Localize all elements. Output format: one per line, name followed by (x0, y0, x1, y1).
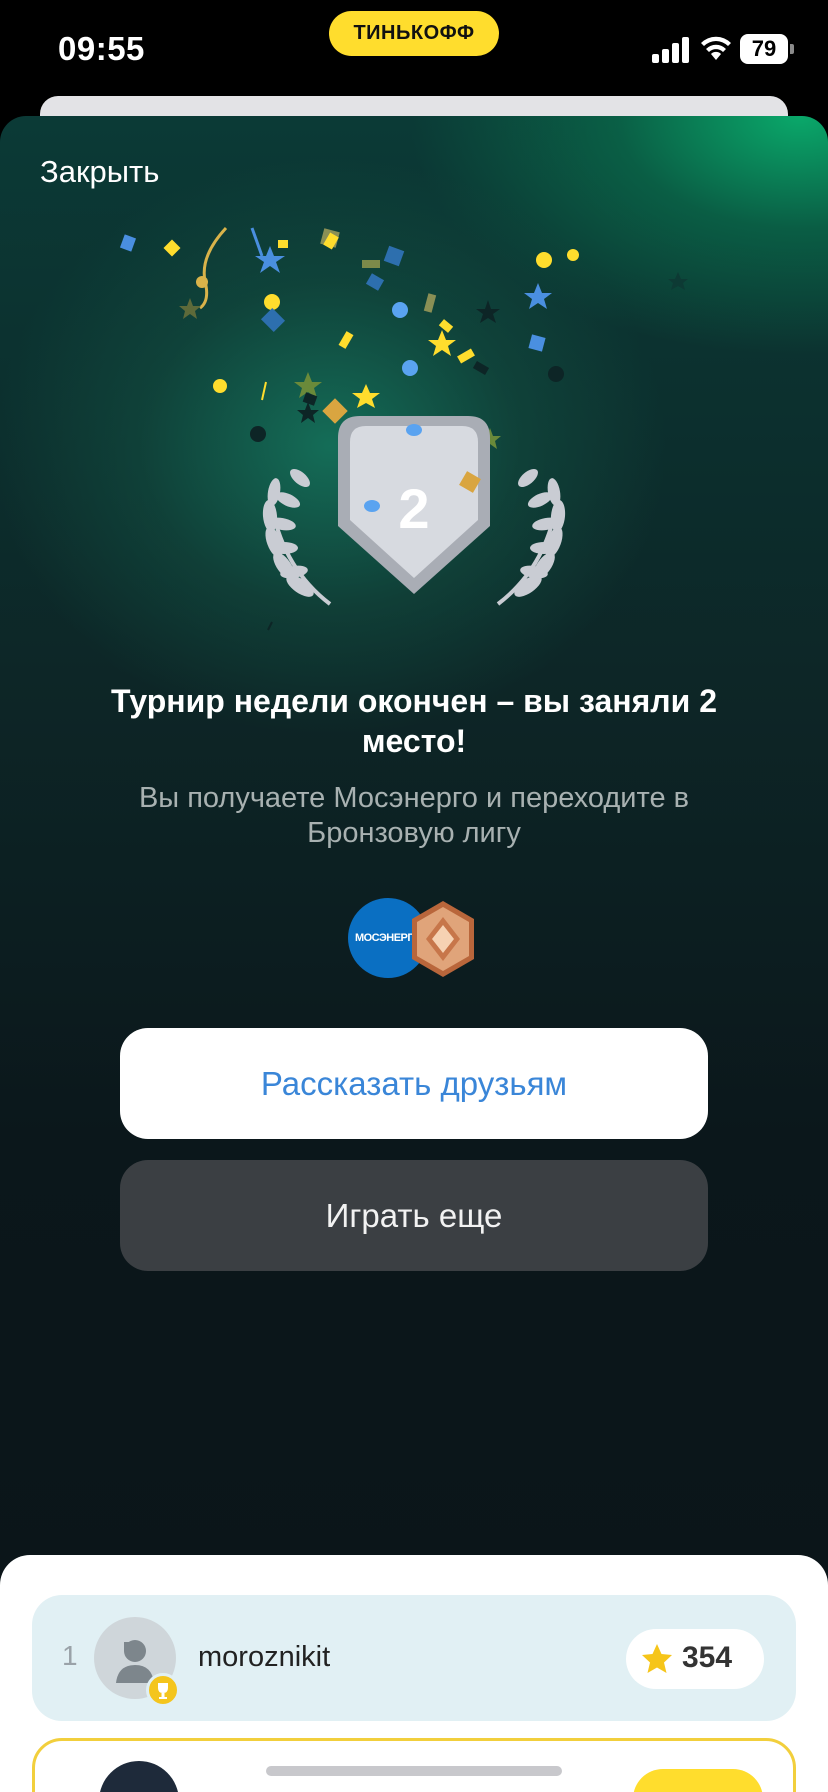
battery-level: 79 (740, 34, 788, 64)
laurel-left-icon (262, 469, 332, 606)
leaderboard-sheet: 1 moroznikit 354 (0, 1555, 828, 1792)
result-subtitle: Вы получаете Мосэнерго и переходите в Бр… (138, 782, 690, 849)
status-time: 09:55 (58, 30, 145, 67)
trophy-icon (146, 1673, 180, 1707)
brand-pill[interactable]: ТИНЬКОФФ (329, 11, 499, 56)
battery-icon: 79 (740, 34, 794, 64)
confetti-medal-illustration: 2 (119, 226, 688, 631)
leaderboard-row[interactable]: 1 moroznikit 354 (32, 1595, 796, 1721)
score: 354 (682, 1641, 733, 1674)
signal-icon (652, 37, 689, 63)
score-badge (633, 1769, 763, 1792)
rank: 1 (62, 1640, 78, 1671)
result-title: Турнир недели окончен – вы заняли 2 мест… (111, 683, 717, 759)
bronze-league-icon (412, 901, 474, 977)
wifi-icon (701, 36, 731, 60)
status-bar: 09:55 ТИНЬКОФФ 79 (0, 0, 828, 100)
share-with-friends-button[interactable]: Рассказать друзьям (120, 1028, 708, 1139)
leaderboard-row-current-user[interactable] (32, 1738, 796, 1792)
home-indicator[interactable] (266, 1766, 562, 1776)
laurel-right-icon (496, 469, 566, 606)
screen: 09:55 ТИНЬКОФФ 79 Закрыть 2 Турнир недел… (0, 0, 828, 1792)
score-badge: 354 (626, 1629, 764, 1689)
star-icon (642, 1644, 672, 1673)
tournament-result-modal: Закрыть 2 Турнир недели окончен – вы зан… (0, 116, 828, 1792)
avatar (99, 1761, 179, 1792)
play-again-button[interactable]: Играть еще (120, 1160, 708, 1271)
place-number: 2 (398, 477, 429, 540)
username: moroznikit (198, 1641, 331, 1673)
